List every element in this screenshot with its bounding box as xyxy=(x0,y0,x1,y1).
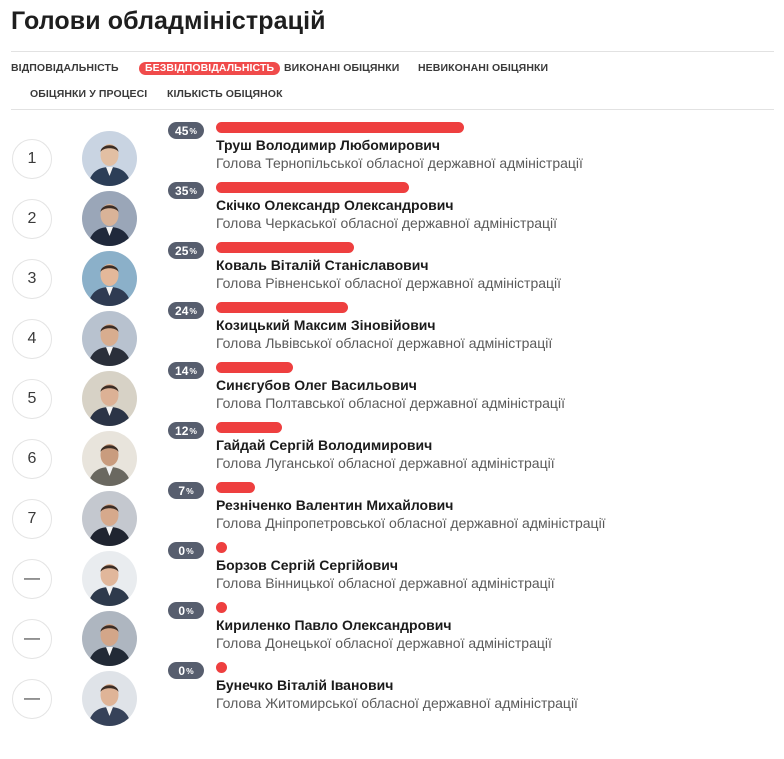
rank-badge: 3 xyxy=(12,259,52,299)
percent-bar xyxy=(216,302,348,313)
tab-unfulfilled-promises[interactable]: НЕВИКОНАНІ ОБІЦЯНКИ xyxy=(418,62,548,75)
percent-badge: 0% xyxy=(168,542,204,559)
governor-role: Голова Донецької обласної державної адмі… xyxy=(216,635,552,651)
percent-badge: 24% xyxy=(168,302,204,319)
governor-name[interactable]: Гайдай Сергій Володимирович xyxy=(216,437,432,453)
governor-role: Голова Луганської обласної державної адм… xyxy=(216,455,555,471)
avatar xyxy=(82,131,137,186)
governor-name[interactable]: Скічко Олександр Олександрович xyxy=(216,197,454,213)
percent-badge: 7% xyxy=(168,482,204,499)
percent-badge: 12% xyxy=(168,422,204,439)
governor-role: Голова Полтавської обласної державної ад… xyxy=(216,395,565,411)
percent-badge: 25% xyxy=(168,242,204,259)
page-title: Голови обладміністрацій xyxy=(11,7,326,35)
tab-promises-count[interactable]: КІЛЬКІСТЬ ОБІЦЯНОК xyxy=(167,88,283,101)
percent-badge: 14% xyxy=(168,362,204,379)
avatar xyxy=(82,371,137,426)
governor-name[interactable]: Труш Володимир Любомирович xyxy=(216,137,440,153)
governor-name[interactable]: Борзов Сергій Сергійович xyxy=(216,557,398,573)
rank-badge: — xyxy=(12,619,52,659)
tab-irresponsibility[interactable]: БЕЗВІДПОВІДАЛЬНІСТЬ xyxy=(139,62,281,75)
governor-name[interactable]: Кириленко Павло Олександрович xyxy=(216,617,452,633)
avatar xyxy=(82,311,137,366)
governor-role: Голова Львівської обласної державної адм… xyxy=(216,335,553,351)
percent-badge: 0% xyxy=(168,602,204,619)
avatar xyxy=(82,191,137,246)
tab-fulfilled-promises[interactable]: ВИКОНАНІ ОБІЦЯНКИ xyxy=(284,62,399,75)
list-item[interactable]: — 0% Кириленко Павло Олександрович Голов… xyxy=(0,602,784,679)
governor-name[interactable]: Бунечко Віталій Іванович xyxy=(216,677,393,693)
list-item[interactable]: — 0% Борзов Сергій Сергійович Голова Він… xyxy=(0,542,784,619)
governor-role: Голова Житомирської обласної державної а… xyxy=(216,695,578,711)
percent-bar xyxy=(216,602,227,613)
avatar xyxy=(82,551,137,606)
tab-responsibility[interactable]: ВІДПОВІДАЛЬНІСТЬ xyxy=(11,62,119,75)
percent-bar xyxy=(216,542,227,553)
percent-bar xyxy=(216,662,227,673)
header-divider xyxy=(11,51,774,52)
governor-role: Голова Тернопільської обласної державної… xyxy=(216,155,583,171)
list-item[interactable]: 2 35% Скічко Олександр Олександрович Гол… xyxy=(0,182,784,259)
rank-badge: 4 xyxy=(12,319,52,359)
rank-badge: 7 xyxy=(12,499,52,539)
list-item[interactable]: 3 25% Коваль Віталій Станіславович Голов… xyxy=(0,242,784,319)
governor-role: Голова Черкаської обласної державної адм… xyxy=(216,215,558,231)
tab-promises-in-progress[interactable]: ОБІЦЯНКИ У ПРОЦЕСІ xyxy=(30,88,147,101)
list-item[interactable]: — 0% Бунечко Віталій Іванович Голова Жит… xyxy=(0,662,784,739)
percent-bar xyxy=(216,182,409,193)
governor-name[interactable]: Коваль Віталій Станіславович xyxy=(216,257,429,273)
avatar xyxy=(82,611,137,666)
avatar xyxy=(82,491,137,546)
avatar xyxy=(82,251,137,306)
rank-badge: — xyxy=(12,679,52,719)
rank-badge: — xyxy=(12,559,52,599)
percent-bar xyxy=(216,242,354,253)
rank-badge: 2 xyxy=(12,199,52,239)
governor-name[interactable]: Резніченко Валентин Михайлович xyxy=(216,497,453,513)
percent-bar xyxy=(216,362,293,373)
list-item[interactable]: 6 12% Гайдай Сергій Володимирович Голова… xyxy=(0,422,784,499)
governor-role: Голова Вінницької обласної державної адм… xyxy=(216,575,555,591)
rank-badge: 1 xyxy=(12,139,52,179)
governor-name[interactable]: Синєгубов Олег Васильович xyxy=(216,377,417,393)
percent-badge: 0% xyxy=(168,662,204,679)
percent-bar xyxy=(216,482,255,493)
percent-bar xyxy=(216,122,464,133)
rank-badge: 6 xyxy=(12,439,52,479)
rank-badge: 5 xyxy=(12,379,52,419)
percent-badge: 45% xyxy=(168,122,204,139)
avatar xyxy=(82,431,137,486)
list-item[interactable]: 7 7% Резніченко Валентин Михайлович Голо… xyxy=(0,482,784,559)
list-item[interactable]: 5 14% Синєгубов Олег Васильович Голова П… xyxy=(0,362,784,439)
percent-bar xyxy=(216,422,282,433)
avatar xyxy=(82,671,137,726)
governor-name[interactable]: Козицький Максим Зіновійович xyxy=(216,317,436,333)
tabs-divider xyxy=(11,109,774,110)
governor-role: Голова Дніпропетровської обласної держав… xyxy=(216,515,606,531)
percent-badge: 35% xyxy=(168,182,204,199)
governor-role: Голова Рівненської обласної державної ад… xyxy=(216,275,562,291)
list-item[interactable]: 4 24% Козицький Максим Зіновійович Голов… xyxy=(0,302,784,379)
